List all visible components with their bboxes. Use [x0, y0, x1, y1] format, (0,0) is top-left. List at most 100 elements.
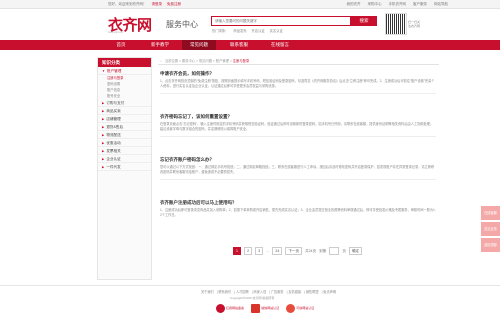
- footer-link[interactable]: 关于我们: [201, 290, 214, 294]
- nav-item-contact[interactable]: 联系客服: [222, 40, 256, 50]
- faq-answer: 您可以通过以下方式找回：一、通过绑定手机号找回；二、通过绑定邮箱找回；三、联系在…: [160, 165, 435, 174]
- sidebar-group-label: 店铺管理: [106, 117, 121, 121]
- breadcrumb-item[interactable]: 注册与登录: [233, 59, 249, 63]
- sidebar-group-label: 账户管理: [106, 69, 122, 73]
- float-feedback[interactable]: 意见反馈: [481, 222, 500, 236]
- float-online-service[interactable]: 在线客服: [481, 206, 500, 220]
- sidebar-group-aftersale[interactable]: ▶ 退货&售后: [98, 123, 151, 131]
- divider: [160, 93, 436, 94]
- nav-item-faq[interactable]: 常见问题: [182, 40, 216, 50]
- top-bar: 您好，欢迎来到衣齐网！ 请登录 免费注册 我的衣齐 采购中心 手机衣齐网 客户服…: [0, 0, 500, 9]
- sidebar-title: 知识分类: [98, 58, 151, 67]
- footer-link[interactable]: 商家入驻: [253, 290, 266, 294]
- sidebar-group-label: 商品买卖: [106, 109, 121, 113]
- check-seal-icon: [286, 304, 296, 313]
- faq-item: 衣齐密码忘记了，该如何重置设置？ 在登录页面点击“忘记密码”，输入注册时绑定的手…: [160, 114, 436, 137]
- search-input[interactable]: [212, 17, 350, 25]
- welcome-text: 您好，欢迎来到衣齐网！: [108, 2, 147, 6]
- faq-question[interactable]: 衣齐密码忘记了，该如何重置设置？: [160, 114, 436, 120]
- logo-subtext: www.yiqi.com: [108, 31, 124, 34]
- footer-link[interactable]: 广告服务: [271, 290, 284, 294]
- page-button[interactable]: 2: [244, 247, 253, 255]
- sidebar-group-label: 发票相关: [106, 149, 121, 153]
- topbar-left: 您好，欢迎来到衣齐网！ 请登录 免费注册: [108, 2, 181, 7]
- triangle-right-icon: ▶: [102, 109, 105, 113]
- red-shield-icon: [216, 304, 225, 313]
- float-back-to-top[interactable]: 返回顶部: [481, 238, 500, 252]
- sidebar-group-logistics[interactable]: ▶ 物流配送: [98, 131, 151, 139]
- topbar-link-my[interactable]: 我的衣齐: [347, 2, 361, 6]
- breadcrumb-item[interactable]: 服务中心: [182, 59, 195, 63]
- footer-link[interactable]: 销售联盟: [306, 290, 319, 294]
- faq-answer: 1、注册成功后即可登录浏览商品并加入采购单；2、如需下单采购或开店销售，需先完成…: [160, 208, 436, 217]
- faq-question[interactable]: 衣齐账户注册成功后可以马上使用吗？: [160, 200, 436, 206]
- page-unit: 页: [342, 248, 346, 253]
- search-button[interactable]: 搜索: [351, 16, 377, 26]
- footer-link[interactable]: 联系我们: [218, 290, 231, 294]
- nav-item-message[interactable]: 在线留言: [263, 40, 297, 50]
- trust-badge[interactable]: 红盾网站备案: [216, 304, 244, 313]
- triangle-right-icon: ▶: [102, 117, 105, 121]
- faq-item: 忘记衣齐账户密码怎么办？ 您可以通过以下方式找回：一、通过绑定手机号找回；二、通…: [160, 157, 436, 180]
- footer-link[interactable]: 友情链接: [288, 290, 301, 294]
- hot-word[interactable]: 实名认证: [270, 29, 283, 33]
- footer-link[interactable]: 人才招聘: [236, 290, 249, 294]
- hot-word[interactable]: 开店认证: [252, 29, 265, 33]
- sidebar-group-enterprise[interactable]: ▶ 企业认证: [98, 155, 151, 163]
- footer-link[interactable]: 免责声明: [323, 290, 336, 294]
- sidebar-group-label: 退货&售后: [106, 125, 124, 129]
- nav-item-tutorial[interactable]: 新手教学: [143, 40, 177, 50]
- home-icon: ⌂: [160, 59, 162, 63]
- page-title: 服务中心: [166, 20, 198, 29]
- sidebar-group-dropship[interactable]: ▶ 一件代发: [98, 163, 151, 171]
- page-ellipsis: ...: [266, 249, 270, 253]
- breadcrumb-item[interactable]: 常见问题: [199, 59, 212, 63]
- copyright: Copyright©2015 衣齐网 版权所有: [230, 296, 275, 300]
- faq-question[interactable]: 申请衣齐会员，如何操作？: [160, 71, 436, 77]
- hot-words: 热门词条： 商品发布 开店认证 实名认证: [212, 28, 287, 33]
- hot-words-label: 热门词条：: [212, 29, 229, 33]
- register-link[interactable]: 免费注册: [167, 2, 181, 6]
- footer-divider: [0, 285, 500, 286]
- hot-word[interactable]: 商品发布: [233, 29, 246, 33]
- triangle-right-icon: ▶: [102, 125, 105, 129]
- topbar-link-sitemap[interactable]: 网站导航: [434, 2, 448, 6]
- sidebar-group-promo[interactable]: ▶ 优惠活动: [98, 139, 151, 147]
- trust-badge[interactable]: 可信网站认证: [286, 304, 314, 313]
- faq-question[interactable]: 忘记衣齐账户密码怎么办？: [160, 157, 436, 163]
- footer-links: 关于我们 | 联系我们 | 人才招聘 | 商家入驻 | 广告服务 | 友情链接 | 销售联盟…: [201, 290, 337, 294]
- pagination: 1 2 3 ... 24 下一页 共24页 到第 页 确定: [233, 247, 364, 256]
- qr-code-icon: [385, 13, 407, 35]
- search-box[interactable]: [211, 16, 351, 26]
- divider: [158, 64, 439, 65]
- sidebar-group-invoice[interactable]: ▶ 发票相关: [98, 147, 151, 155]
- trust-badge[interactable]: 诚信网站认证: [251, 304, 279, 313]
- sidebar-group-account[interactable]: ▼ 账户管理: [98, 67, 151, 75]
- divider: [160, 136, 436, 137]
- nav-item-home[interactable]: 首页: [104, 40, 138, 50]
- sidebar-group-goods[interactable]: ▶ 商品买卖: [98, 107, 151, 115]
- sidebar-group-order[interactable]: ▶ 订购与支付: [98, 99, 151, 107]
- faq-answer: 1、点击衣齐网首页顶部的“免费注册”按钮，按照页面提示填写手机号码、短信验证码及…: [160, 79, 435, 88]
- topbar-link-purchase[interactable]: 采购中心: [368, 2, 382, 6]
- page-total: 共24页: [305, 248, 316, 253]
- login-link[interactable]: 请登录: [151, 2, 162, 6]
- triangle-right-icon: ▶: [102, 133, 105, 137]
- breadcrumb-item[interactable]: 账户管理: [216, 59, 229, 63]
- next-page-button[interactable]: 下一页: [285, 247, 302, 255]
- triangle-down-icon: ▼: [102, 69, 105, 73]
- faq-item: 衣齐账户注册成功后可以马上使用吗？ 1、注册成功后即可登录浏览商品并加入采购单；…: [160, 200, 436, 218]
- goto-confirm-button[interactable]: 确定: [348, 247, 362, 255]
- topbar-link-service[interactable]: 客户服务: [413, 2, 427, 6]
- breadcrumb-label: 当前位置: [164, 59, 179, 63]
- faq-answer: 在登录页面点击“忘记密码”，输入注册时绑定的手机号码并获取短信验证码，验证通过后…: [160, 122, 434, 131]
- page-number-input[interactable]: [329, 247, 340, 255]
- faq-item: 申请衣齐会员，如何操作？ 1、点击衣齐网首页顶部的“免费注册”按钮，按照页面提示…: [160, 71, 436, 94]
- sidebar: 知识分类 ▼ 账户管理 注册与登录 密码设置 账户信息 账号安全 ▶ 订购与支付 ▶…: [97, 57, 152, 280]
- page-button[interactable]: 3: [255, 247, 264, 255]
- page-button[interactable]: 24: [272, 247, 283, 255]
- sidebar-group-shop[interactable]: ▶ 店铺管理: [98, 115, 151, 123]
- triangle-right-icon: ▶: [102, 149, 105, 153]
- topbar-link-mobile[interactable]: 手机衣齐网: [389, 2, 407, 6]
- page-button[interactable]: 1: [233, 247, 241, 255]
